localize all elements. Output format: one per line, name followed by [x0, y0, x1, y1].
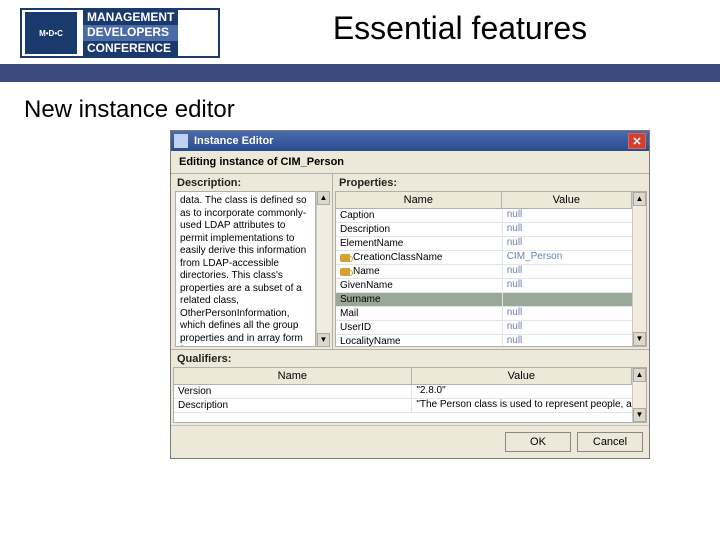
description-text[interactable]: data. The class is defined so as to inco… [175, 191, 316, 347]
properties-table[interactable]: Name Value CaptionnullDescriptionnullEle… [336, 192, 632, 346]
key-icon [340, 268, 350, 276]
mdc-logo: M•D•C MANAGEMENT DEVELOPERS CONFERENCE [20, 8, 220, 58]
qualifiers-table[interactable]: Name Value Version"2.8.0"Description"The… [174, 368, 632, 422]
logo-icon: M•D•C [25, 12, 77, 54]
qualifiers-panel: Qualifiers: Name Value Version"2.8.0"Des… [171, 349, 649, 423]
table-row[interactable]: Description"The Person class is used to … [174, 399, 632, 413]
table-row[interactable]: Namenull [336, 265, 632, 279]
property-name-cell[interactable]: Surname [336, 293, 503, 306]
scroll-track[interactable] [633, 206, 646, 332]
property-name-cell[interactable]: GivenName [336, 279, 503, 292]
table-row[interactable]: CreationClassNameCIM_Person [336, 251, 632, 265]
table-row[interactable]: GivenNamenull [336, 279, 632, 293]
qual-header-value[interactable]: Value [412, 368, 632, 384]
instance-editor-window: Instance Editor ✕ Editing instance of CI… [170, 130, 650, 459]
slide-divider [0, 64, 720, 82]
logo-line1: MANAGEMENT [83, 10, 178, 25]
scroll-down-button[interactable]: ▼ [633, 408, 646, 422]
table-row[interactable]: Mailnull [336, 307, 632, 321]
table-row[interactable]: Version"2.8.0" [174, 385, 632, 399]
properties-scrollbar[interactable]: ▲ ▼ [632, 192, 646, 346]
close-icon: ✕ [632, 135, 641, 148]
prop-header-value[interactable]: Value [502, 192, 632, 208]
close-button[interactable]: ✕ [628, 133, 646, 149]
key-icon [340, 254, 350, 262]
qualifier-value-cell[interactable]: "2.8.0" [412, 385, 632, 398]
property-name-cell[interactable]: UserID [336, 321, 503, 334]
property-name-cell[interactable]: Description [336, 223, 503, 236]
window-titlebar[interactable]: Instance Editor ✕ [171, 131, 649, 151]
prop-header-name[interactable]: Name [336, 192, 502, 208]
table-row[interactable]: Captionnull [336, 209, 632, 223]
qualifier-name-cell[interactable]: Description [174, 399, 412, 412]
qualifier-value-cell[interactable]: "The Person class is used to represent p… [412, 399, 632, 412]
scroll-down-button[interactable]: ▼ [317, 333, 330, 347]
table-row[interactable]: ElementNamenull [336, 237, 632, 251]
button-row: OK Cancel [171, 425, 649, 458]
cancel-button[interactable]: Cancel [577, 432, 643, 452]
window-title: Instance Editor [194, 135, 628, 147]
editing-instance-label: Editing instance of CIM_Person [171, 151, 649, 174]
property-value-cell[interactable]: CIM_Person [503, 251, 632, 264]
property-value-cell[interactable]: null [503, 307, 632, 320]
table-row[interactable]: LocalityNamenull [336, 335, 632, 346]
property-value-cell[interactable] [503, 293, 632, 306]
slide-header: M•D•C MANAGEMENT DEVELOPERS CONFERENCE E… [0, 0, 720, 58]
description-label: Description: [171, 174, 332, 191]
scroll-up-button[interactable]: ▲ [633, 368, 646, 382]
scroll-up-button[interactable]: ▲ [317, 191, 330, 205]
property-value-cell[interactable]: null [503, 321, 632, 334]
scroll-up-button[interactable]: ▲ [633, 192, 646, 206]
description-panel: Description: data. The class is defined … [171, 174, 333, 349]
table-row[interactable]: Descriptionnull [336, 223, 632, 237]
scroll-track[interactable] [317, 205, 330, 333]
property-value-cell[interactable]: null [503, 279, 632, 292]
property-name-cell[interactable]: Caption [336, 209, 503, 222]
slide-subtitle: New instance editor [0, 82, 720, 130]
logo-line3: CONFERENCE [83, 41, 178, 56]
property-name-cell[interactable]: LocalityName [336, 335, 503, 346]
window-icon [174, 134, 188, 148]
properties-panel: Properties: Name Value CaptionnullDescri… [333, 174, 649, 349]
scroll-down-button[interactable]: ▼ [633, 332, 646, 346]
property-name-cell[interactable]: Mail [336, 307, 503, 320]
property-value-cell[interactable]: null [503, 209, 632, 222]
property-value-cell[interactable]: null [503, 223, 632, 236]
qualifier-name-cell[interactable]: Version [174, 385, 412, 398]
table-row[interactable]: UserIDnull [336, 321, 632, 335]
property-value-cell[interactable]: null [503, 335, 632, 346]
description-scrollbar[interactable]: ▲ ▼ [316, 191, 330, 347]
qualifiers-label: Qualifiers: [171, 350, 649, 367]
property-name-cell[interactable]: CreationClassName [336, 251, 503, 264]
qual-header-name[interactable]: Name [174, 368, 412, 384]
properties-label: Properties: [333, 174, 649, 191]
scroll-track[interactable] [633, 382, 646, 408]
logo-line2: DEVELOPERS [83, 25, 178, 40]
property-value-cell[interactable]: null [503, 265, 632, 278]
property-value-cell[interactable]: null [503, 237, 632, 250]
property-name-cell[interactable]: ElementName [336, 237, 503, 250]
ok-button[interactable]: OK [505, 432, 571, 452]
slide-title: Essential features [220, 8, 700, 47]
property-name-cell[interactable]: Name [336, 265, 503, 278]
qualifiers-scrollbar[interactable]: ▲ ▼ [632, 368, 646, 422]
table-row[interactable]: Surname [336, 293, 632, 307]
